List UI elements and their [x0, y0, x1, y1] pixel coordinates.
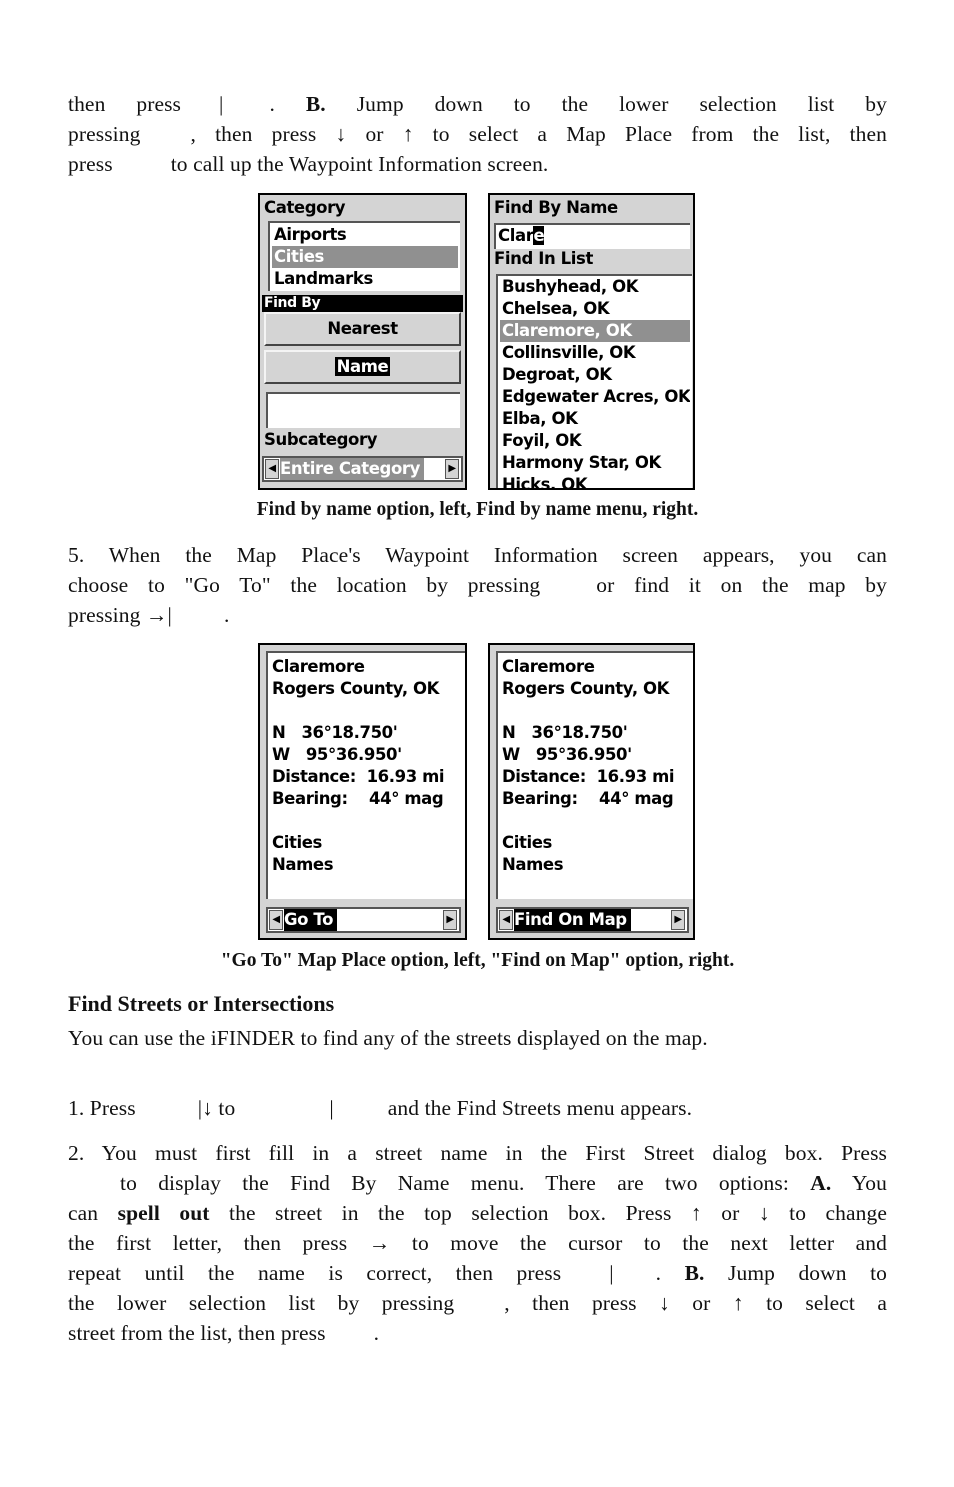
- text-line: 2. You must first fill in a street name …: [68, 1141, 887, 1165]
- subcategory-value: Entire Category: [280, 458, 424, 480]
- nearest-button-label: Nearest: [327, 319, 398, 338]
- result-item[interactable]: Collinsville, OK: [500, 342, 690, 364]
- section-intro: You can use the iFINDER to find any of t…: [68, 1023, 887, 1053]
- bearing: Bearing: 44° mag: [272, 789, 444, 808]
- text-cursor: e: [533, 226, 545, 245]
- place-county: Rogers County, OK: [502, 679, 670, 698]
- paragraph-step-2: 2. You must first fill in a street name …: [68, 1138, 887, 1348]
- category-label: Category: [264, 198, 346, 217]
- find-by-name-screen: Find By Name Clare Find In List Bushyhea…: [488, 193, 695, 490]
- action-value: Find On Map: [514, 909, 631, 931]
- name-button[interactable]: Name: [264, 350, 461, 384]
- name-input[interactable]: Clare: [494, 223, 690, 249]
- text-line: the lower selection list by pressing, th…: [68, 1291, 888, 1315]
- find-by-category-screen: Category Airports Cities Landmarks Find …: [258, 193, 467, 490]
- arrow-right-icon[interactable]: ▶: [445, 459, 459, 479]
- find-in-list-label: Find In List: [494, 249, 593, 268]
- place-subcategory: Names: [502, 855, 564, 874]
- result-item-selected[interactable]: Claremore, OK: [500, 320, 690, 342]
- place-subcategory: Names: [272, 855, 334, 874]
- section-heading: Find Streets or Intersections: [68, 991, 335, 1016]
- subcategory-selector[interactable]: ◀ Entire Category ▶: [262, 456, 463, 482]
- result-item[interactable]: Harmony Star, OK: [500, 452, 690, 474]
- text-line: then press |. B. Jump down to the lower s…: [68, 92, 888, 116]
- find-by-name-label: Find By Name: [494, 198, 618, 217]
- waypoint-info-goto-screen: Claremore Rogers County, OK N 36°18.750'…: [258, 643, 467, 940]
- place-name: Claremore: [272, 657, 365, 676]
- waypoint-info-panel: Claremore Rogers County, OK N 36°18.750'…: [496, 651, 693, 899]
- result-item[interactable]: Foyil, OK: [500, 430, 690, 452]
- place-name: Claremore: [502, 657, 595, 676]
- arrow-right-icon[interactable]: ▶: [671, 910, 685, 930]
- figure-caption: Find by name option, left, Find by name …: [256, 499, 699, 520]
- subcategory-label: Subcategory: [264, 430, 378, 449]
- find-by-header: Find By: [262, 295, 463, 312]
- result-item[interactable]: Elba, OK: [500, 408, 690, 430]
- action-selector[interactable]: ◀ Find On Map ▶: [496, 907, 689, 933]
- waypoint-info-find-on-map-screen: Claremore Rogers County, OK N 36°18.750'…: [488, 643, 695, 940]
- text-line: repeat until the name is correct, then p…: [68, 1261, 888, 1285]
- distance: Distance: 16.93 mi: [272, 767, 445, 786]
- arrow-left-icon[interactable]: ◀: [265, 459, 279, 479]
- distance: Distance: 16.93 mi: [502, 767, 675, 786]
- name-button-label: Name: [334, 357, 391, 376]
- text-line: the first letter, then press → to move t…: [68, 1231, 887, 1255]
- text-line: You can use the iFINDER to find any of t…: [68, 1026, 708, 1050]
- text-line: 5. When the Map Place's Waypoint Informa…: [68, 543, 887, 567]
- blank-field: [266, 392, 460, 428]
- name-input-text: Clar: [498, 226, 534, 245]
- category-item-cities[interactable]: Cities: [272, 246, 458, 268]
- text-line: pressing →|.: [68, 603, 230, 627]
- nearest-button[interactable]: Nearest: [264, 312, 461, 346]
- paragraph-step-5: 5. When the Map Place's Waypoint Informa…: [68, 540, 887, 630]
- place-category: Cities: [502, 833, 552, 852]
- paragraph-top: then press |. B. Jump down to the lower s…: [68, 89, 887, 179]
- latitude: N 36°18.750': [502, 723, 628, 742]
- result-item[interactable]: Degroat, OK: [500, 364, 690, 386]
- result-item[interactable]: Edgewater Acres, OK: [500, 386, 690, 408]
- result-item[interactable]: Hicks, OK: [500, 474, 690, 488]
- longitude: W 95°36.950': [502, 745, 632, 764]
- text-line: press to call up the Waypoint Information…: [68, 152, 549, 176]
- figure-caption: "Go To" Map Place option, left, "Find on…: [220, 950, 735, 971]
- arrow-left-icon[interactable]: ◀: [499, 910, 513, 930]
- category-list[interactable]: Airports Cities Landmarks: [268, 221, 460, 291]
- text-line: street from the list, then press.: [68, 1321, 380, 1345]
- action-selector[interactable]: ◀ Go To ▶: [266, 907, 461, 933]
- category-item-landmarks[interactable]: Landmarks: [272, 268, 458, 290]
- result-item[interactable]: Chelsea, OK: [500, 298, 690, 320]
- text-line: choose to "Go To" the location by pressi…: [68, 573, 888, 597]
- text-line: 1. Press |↓ to | and the Find Streets menu …: [68, 1096, 693, 1120]
- text-line: can spell out the street in the top sele…: [68, 1201, 887, 1225]
- place-county: Rogers County, OK: [272, 679, 440, 698]
- latitude: N 36°18.750': [272, 723, 398, 742]
- arrow-left-icon[interactable]: ◀: [269, 910, 283, 930]
- waypoint-info-panel: Claremore Rogers County, OK N 36°18.750'…: [266, 651, 465, 899]
- paragraph-step-1: 1. Press |↓ to | and the Find Streets menu …: [68, 1093, 887, 1123]
- results-list[interactable]: Bushyhead, OK Chelsea, OK Claremore, OK …: [496, 274, 692, 488]
- bearing: Bearing: 44° mag: [502, 789, 674, 808]
- category-item-airports[interactable]: Airports: [272, 224, 458, 246]
- arrow-right-icon[interactable]: ▶: [443, 910, 457, 930]
- text-line: pressing, then press ↓ or ↑ to select a …: [68, 122, 887, 146]
- place-category: Cities: [272, 833, 322, 852]
- longitude: W 95°36.950': [272, 745, 402, 764]
- text-line: to display the Find By Name menu. There …: [120, 1171, 887, 1195]
- result-item[interactable]: Bushyhead, OK: [500, 276, 690, 298]
- action-value: Go To: [284, 909, 338, 931]
